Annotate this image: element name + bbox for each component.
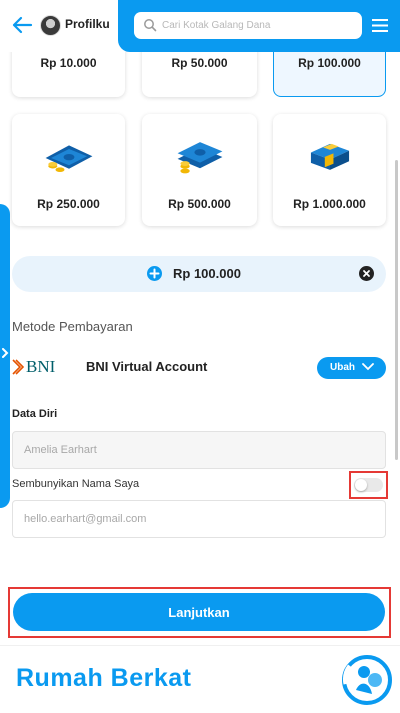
hide-name-toggle[interactable] [354,478,383,492]
scrollbar[interactable] [395,160,398,460]
toggle-knob [355,479,367,491]
amount-option-50000[interactable]: Rp 50.000 [142,52,257,97]
amount-label: Rp 50.000 [171,56,228,70]
continue-button-highlight: Lanjutkan [8,587,391,638]
change-payment-label: Ubah [330,362,355,373]
amount-label: Rp 1.000.000 [293,197,366,211]
custom-amount-value: Rp 100.000 [173,266,241,281]
continue-button[interactable]: Lanjutkan [13,593,385,631]
email-field[interactable] [12,500,386,538]
amount-label: Rp 250.000 [37,197,100,211]
top-bar: Profilku [0,0,400,52]
back-arrow-icon[interactable] [10,14,34,36]
custom-amount-field[interactable]: Rp 100.000 [12,256,386,292]
amount-label: Rp 500.000 [168,197,231,211]
search-input[interactable] [162,16,352,35]
footer: Rumah Berkat [0,645,400,713]
plus-icon[interactable] [147,266,162,281]
bni-logo: BNI [12,357,60,376]
amount-option-10000[interactable]: Rp 10.000 [12,52,125,97]
avatar[interactable] [40,15,61,36]
profile-label[interactable]: Profilku [65,17,110,31]
banknote-stack-coins-icon [177,142,222,174]
payment-method-heading: Metode Pembayaran [12,319,133,334]
bank-name: BNI Virtual Account [86,359,208,374]
bni-logo-text: BNI [26,357,56,376]
chevron-down-icon [362,363,374,371]
amount-option-100000[interactable]: Rp 100.000 [273,52,386,97]
hide-name-toggle-highlight [349,471,388,499]
name-field[interactable] [12,431,386,469]
hamburger-menu-icon[interactable] [372,19,388,32]
banknote-coins-icon [45,145,92,173]
side-drawer-handle[interactable] [0,204,10,508]
search-box[interactable] [134,12,362,39]
clear-icon[interactable] [359,266,374,281]
amount-option-250000[interactable]: Rp 250.000 [12,114,125,226]
amount-label: Rp 10.000 [40,56,97,70]
amount-label: Rp 100.000 [298,56,361,70]
brand-logo-icon [342,655,392,705]
amount-option-500000[interactable]: Rp 500.000 [142,114,257,226]
brand-name: Rumah Berkat [16,664,192,692]
search-icon [144,19,157,32]
amount-option-1000000[interactable]: Rp 1.000.000 [273,114,386,226]
chevron-right-icon [2,348,9,358]
personal-data-heading: Data Diri [12,408,58,420]
banknote-bundle-icon [310,143,349,170]
change-payment-button[interactable]: Ubah [317,357,386,379]
hide-name-label: Sembunyikan Nama Saya [12,478,140,490]
donation-form: Rp 10.000 Rp 50.000 Rp 100.000 Rp 250.00… [0,52,400,645]
